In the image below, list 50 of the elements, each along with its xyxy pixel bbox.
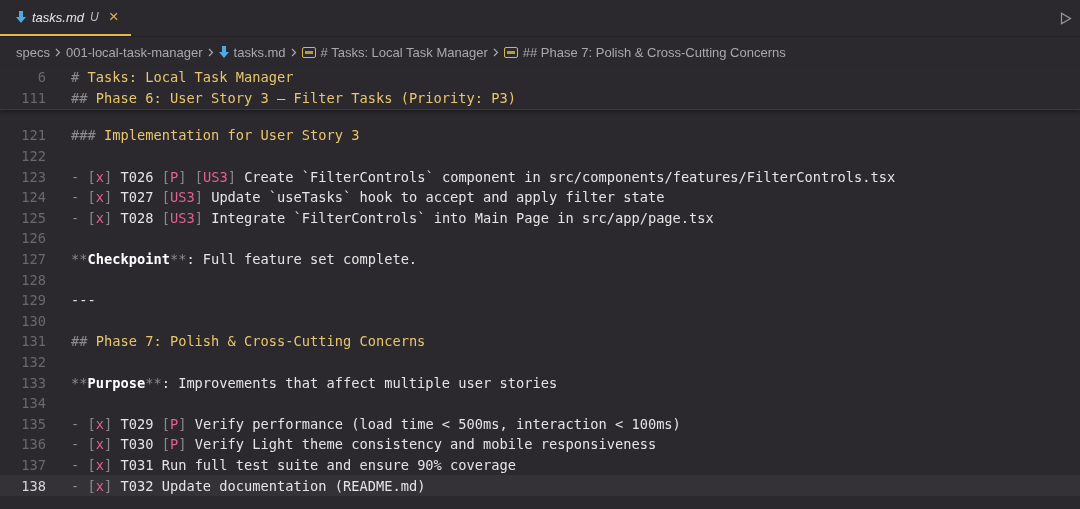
markdown-icon [218, 46, 229, 58]
chevron-icon [290, 47, 297, 57]
string-symbol-icon [503, 46, 518, 58]
code-line: ## Phase 6: User Story 3 – Filter Tasks (Priority: P3) [71, 89, 516, 106]
line-number: 135 [20, 415, 46, 432]
line-number: 133 [20, 374, 46, 391]
breadcrumb-item[interactable]: specs [16, 44, 50, 60]
code-line: **Checkpoint**: Full feature set complete. [71, 251, 418, 268]
line-number: 137 [20, 457, 46, 473]
code-line: - [x] T031 Run full test suite and ensure 90% coverage [71, 457, 517, 473]
code-line: ## Phase 7: Polish & Cross-Cutting Concerns [71, 333, 426, 350]
line-number: 132 [20, 354, 46, 370]
markdown-icon [16, 11, 26, 23]
line-number: 130 [20, 312, 46, 329]
line-number: 125 [20, 209, 46, 226]
line-number: 111 [20, 89, 46, 106]
line-number: 126 [20, 230, 46, 247]
line-number: 121 [20, 127, 46, 144]
breadcrumb-item[interactable]: # Tasks: Local Task Manager [320, 44, 488, 60]
line-number: 122 [20, 148, 46, 165]
line-number: 6 [36, 69, 46, 86]
breadcrumb-item[interactable]: ## Phase 7: Polish & Cross-Cutting Concerns [522, 44, 786, 60]
line-number: 134 [20, 395, 46, 412]
line-number: 136 [20, 436, 46, 453]
code-line: - [x] T028 [US3] Integrate `FilterControls` into Main Page in src/app/page.tsx [71, 209, 714, 226]
chevron-icon [492, 47, 499, 57]
code-line: ### Implementation for User Story 3 [71, 127, 360, 144]
line-number: 129 [20, 292, 46, 309]
close-icon[interactable]: × [108, 7, 119, 27]
code-line: - [x] T027 [US3] Update `useTasks` hook to accept and apply filter state [71, 189, 665, 206]
breadcrumb-item[interactable]: tasks.md [233, 44, 286, 60]
breadcrumb-item[interactable]: 001-local-task-manager [65, 44, 203, 60]
code-line: # Tasks: Local Task Manager [71, 69, 294, 86]
line-number: 128 [20, 271, 46, 288]
string-symbol-icon [301, 46, 316, 58]
run-icon[interactable] [1060, 11, 1072, 25]
line-number: 138 [20, 477, 46, 494]
code-line: **Purpose**: Improvements that affect multiple user stories [71, 374, 558, 391]
chevron-icon [207, 47, 214, 57]
line-number: 131 [20, 333, 46, 350]
code-line: --- [71, 292, 96, 309]
code-line: - [x] T030 [P] Verify Light theme consistency and mobile responsiveness [71, 436, 657, 453]
line-number: 123 [20, 168, 46, 185]
line-number: 124 [20, 189, 46, 206]
code-line: - [x] T032 Update documentation (README.md) [71, 477, 426, 494]
code-line: - [x] T029 [P] Verify performance (load time < 500ms, interaction < 100ms) [71, 415, 681, 432]
editor-tab[interactable]: tasks.md U × [0, 0, 131, 36]
chevron-icon [54, 47, 61, 57]
code-line: - [x] T026 [P] [US3] Create `FilterControls` component in src/components/features/FilterControls.tsx [71, 168, 896, 185]
line-number: 127 [20, 251, 46, 268]
